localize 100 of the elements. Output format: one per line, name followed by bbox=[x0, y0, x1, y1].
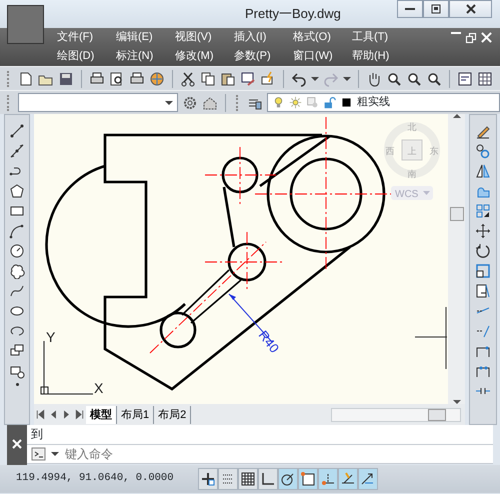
layer-dropdown[interactable]: 粗实线 bbox=[267, 93, 500, 112]
sun-icon bbox=[289, 96, 302, 109]
scroll-thumb[interactable] bbox=[450, 207, 464, 222]
color-swatch-icon bbox=[340, 96, 353, 109]
spline-icon[interactable] bbox=[9, 283, 25, 299]
first-tab-icon[interactable] bbox=[34, 408, 47, 421]
dynamic-input-icon bbox=[360, 471, 376, 487]
brush-icon[interactable] bbox=[240, 70, 256, 86]
menu-item[interactable]: 编辑(E) bbox=[116, 28, 175, 47]
close-icon bbox=[466, 4, 476, 14]
last-tab-icon[interactable] bbox=[73, 408, 86, 421]
cloud-icon[interactable] bbox=[9, 263, 25, 279]
undo-icon[interactable] bbox=[291, 70, 307, 86]
caret-icon[interactable] bbox=[311, 76, 319, 80]
printer-icon[interactable] bbox=[129, 70, 145, 86]
rotate-icon[interactable] bbox=[475, 243, 491, 259]
restore-button[interactable] bbox=[423, 0, 449, 18]
snap-icon bbox=[200, 471, 216, 487]
status-toggle[interactable] bbox=[338, 468, 358, 490]
workspace-dropdown[interactable] bbox=[18, 93, 178, 112]
copy-icon[interactable] bbox=[200, 70, 216, 86]
move-icon[interactable] bbox=[475, 223, 491, 239]
status-toggle[interactable] bbox=[218, 468, 238, 490]
menu-item[interactable]: 格式(O) bbox=[293, 28, 352, 47]
menu-item[interactable]: 帮助(H) bbox=[352, 47, 411, 66]
menu-item[interactable]: 视图(V) bbox=[175, 28, 234, 47]
ortho-icon bbox=[260, 471, 276, 487]
cursor-drawing bbox=[414, 306, 448, 370]
pentagon-icon[interactable] bbox=[9, 183, 25, 199]
status-toggle[interactable] bbox=[298, 468, 318, 490]
layout-tab[interactable]: 布局1 bbox=[117, 406, 154, 424]
menu-item[interactable]: 标注(N) bbox=[116, 47, 175, 66]
zoom-icon[interactable] bbox=[426, 70, 442, 86]
ucs-icon bbox=[40, 340, 94, 394]
toolbar-grip[interactable] bbox=[7, 70, 11, 86]
caret-icon[interactable] bbox=[343, 76, 351, 80]
axis-label: Y bbox=[46, 329, 56, 345]
freeze-icon bbox=[306, 96, 319, 109]
array-icon[interactable] bbox=[475, 203, 491, 219]
line-icon[interactable] bbox=[9, 143, 25, 159]
layout-tab[interactable]: 模型 bbox=[86, 406, 117, 424]
status-toggle[interactable] bbox=[358, 468, 378, 490]
restore-icon[interactable] bbox=[465, 32, 477, 44]
menu-item[interactable]: 插入(I) bbox=[234, 28, 293, 47]
arc-icon[interactable] bbox=[9, 223, 25, 239]
polar-icon bbox=[280, 471, 296, 487]
globe-icon[interactable] bbox=[149, 70, 165, 86]
grid-icon bbox=[240, 471, 256, 487]
bulb-icon bbox=[272, 96, 285, 109]
menu-item[interactable]: 工具(T) bbox=[352, 28, 411, 47]
status-toggle[interactable] bbox=[238, 468, 258, 490]
status-toggle[interactable] bbox=[278, 468, 298, 490]
window-title: Pretty一Boy.dwg bbox=[245, 5, 342, 23]
dimension-text: R40 bbox=[256, 328, 282, 356]
status-toggle[interactable] bbox=[318, 468, 338, 490]
circle bbox=[222, 156, 258, 194]
zoom-icon[interactable] bbox=[406, 70, 422, 86]
zoom-icon[interactable] bbox=[386, 70, 402, 86]
menu-item[interactable]: 窗口(W) bbox=[293, 47, 352, 66]
slot-outline bbox=[181, 269, 242, 324]
house-icon[interactable] bbox=[202, 94, 218, 110]
settings-icon[interactable] bbox=[182, 94, 198, 110]
menu-item[interactable]: 修改(M) bbox=[175, 47, 234, 66]
stretch-icon[interactable] bbox=[475, 283, 491, 299]
copy-icon[interactable] bbox=[475, 143, 491, 159]
viewcube-ring bbox=[384, 122, 440, 178]
command-prompt-icon[interactable] bbox=[31, 446, 47, 462]
grid-panel-icon[interactable] bbox=[477, 70, 493, 86]
circle bbox=[160, 312, 196, 348]
close-button[interactable] bbox=[449, 0, 492, 18]
menu-item[interactable]: 参数(P) bbox=[234, 47, 293, 66]
layer-name: 粗实线 bbox=[357, 94, 390, 110]
scale-icon[interactable] bbox=[475, 263, 491, 279]
cut-icon[interactable] bbox=[180, 70, 196, 86]
object-snap-icon bbox=[300, 471, 316, 487]
caret-icon bbox=[165, 100, 173, 104]
menu-item[interactable]: 绘图(D) bbox=[57, 47, 116, 66]
horizontal-scrollbar[interactable] bbox=[331, 408, 461, 422]
menu-item[interactable]: 文件(F) bbox=[57, 28, 116, 47]
point-icon[interactable] bbox=[16, 383, 18, 386]
app-icon[interactable] bbox=[7, 5, 44, 44]
toolbar-grip[interactable] bbox=[236, 94, 240, 110]
paste-icon[interactable] bbox=[220, 70, 236, 86]
status-toggle[interactable] bbox=[198, 468, 218, 490]
minimize-button[interactable] bbox=[397, 0, 423, 18]
panel-icon[interactable] bbox=[457, 70, 473, 86]
close-icon[interactable] bbox=[481, 32, 492, 43]
new-file-icon[interactable] bbox=[18, 70, 34, 86]
line-icon[interactable] bbox=[9, 123, 25, 139]
minimize-icon bbox=[405, 8, 415, 10]
circle-icon[interactable] bbox=[9, 243, 25, 259]
toolbar-grip[interactable] bbox=[7, 94, 11, 110]
tracking-icon bbox=[320, 471, 336, 487]
printer-icon[interactable] bbox=[89, 70, 105, 86]
close-icon[interactable] bbox=[12, 439, 22, 449]
caret-icon[interactable] bbox=[51, 452, 59, 456]
layout-tab[interactable]: 布局2 bbox=[154, 406, 192, 424]
mirror-icon[interactable] bbox=[475, 163, 491, 179]
save-icon[interactable] bbox=[58, 70, 74, 86]
status-toggle[interactable] bbox=[258, 468, 278, 490]
